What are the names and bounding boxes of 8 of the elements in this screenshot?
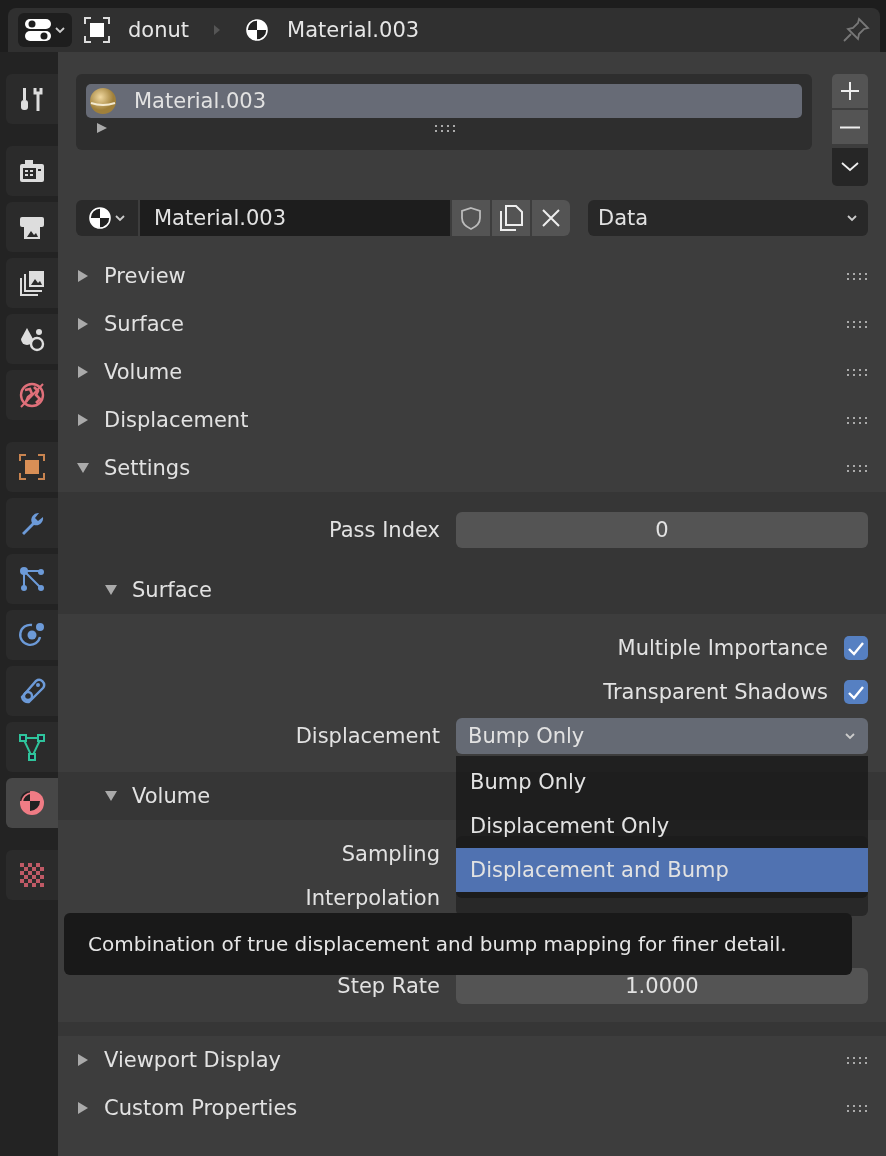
field-label: Displacement (294, 724, 441, 748)
field-label: Pass Index (328, 518, 441, 542)
field-label: Step Rate (336, 974, 441, 998)
tooltip: Combination of true displacement and bump mapping for finer detail. (64, 913, 852, 975)
field-label: Sampling (340, 842, 441, 866)
checkbox-label: Multiple Importance (617, 636, 828, 660)
checkbox-label: Transparent Shadows (603, 680, 828, 704)
field-label: Interpolation (304, 886, 441, 910)
